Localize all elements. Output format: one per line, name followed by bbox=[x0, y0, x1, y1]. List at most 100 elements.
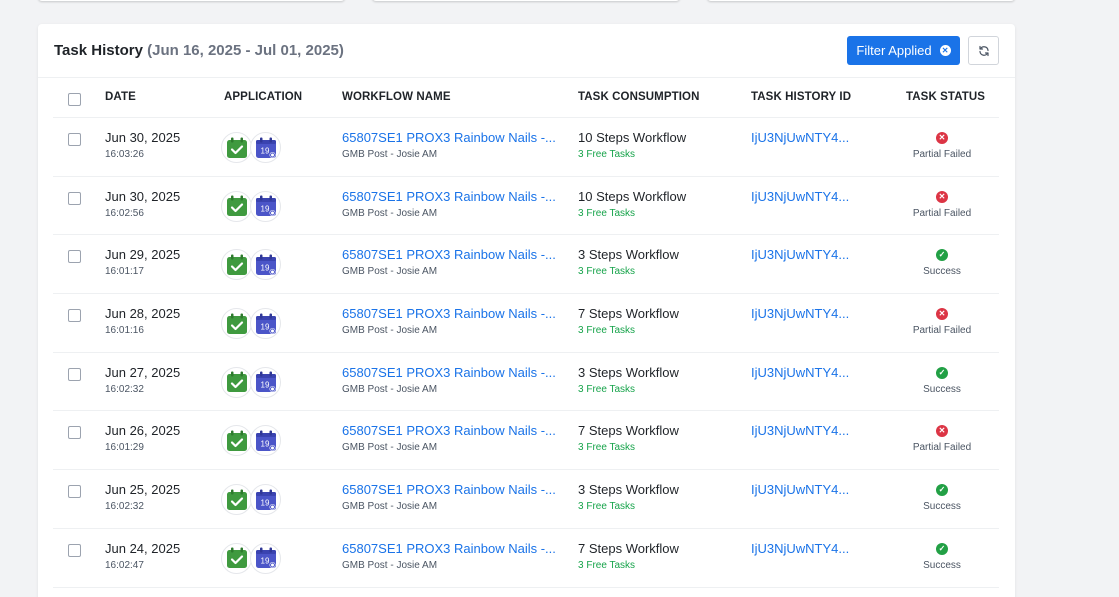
col-task-status[interactable]: TASK STATUS bbox=[906, 91, 985, 103]
calendar-day-icon: 19 bbox=[250, 249, 281, 281]
col-task-consumption[interactable]: TASK CONSUMPTION bbox=[578, 91, 700, 103]
task-history-id-link[interactable]: IjU3NjUwNTY4... bbox=[751, 541, 849, 556]
page-title: Task History (Jun 16, 2025 - Jul 01, 202… bbox=[54, 42, 344, 59]
workflow-subtitle: GMB Post - Josie AM bbox=[342, 207, 438, 219]
row-time: 16:02:32 bbox=[105, 383, 144, 395]
row-checkbox[interactable] bbox=[68, 426, 81, 440]
workflow-name-link[interactable]: 65807SE1 PROX3 Rainbow Nails -... bbox=[342, 306, 556, 321]
task-history-id-link[interactable]: IjU3NjUwNTY4... bbox=[751, 306, 849, 321]
task-history-id-link[interactable]: IjU3NjUwNTY4... bbox=[751, 423, 849, 438]
row-date: Jun 30, 2025 bbox=[105, 188, 181, 204]
task-consumption: 10 Steps Workflow bbox=[578, 130, 687, 145]
workflow-name-link[interactable]: 65807SE1 PROX3 Rainbow Nails -... bbox=[342, 482, 556, 497]
calendar-check-icon bbox=[221, 484, 252, 516]
status-text: Partial Failed bbox=[912, 325, 972, 337]
table-row[interactable]: Jun 24, 2025 16:02:47 19 65807SE1 PROX3 … bbox=[53, 529, 999, 588]
svg-text:19: 19 bbox=[260, 498, 269, 507]
free-tasks-label: 3 Free Tasks bbox=[578, 149, 636, 160]
row-checkbox[interactable] bbox=[68, 191, 81, 205]
workflow-name-link[interactable]: 65807SE1 PROX3 Rainbow Nails -... bbox=[342, 247, 556, 262]
svg-text:19: 19 bbox=[260, 439, 269, 448]
free-tasks-label: 3 Free Tasks bbox=[578, 501, 636, 513]
table-row[interactable]: Jun 28, 2025 16:01:16 19 65807SE1 PROX3 … bbox=[53, 294, 999, 353]
workflow-name-link[interactable]: 65807SE1 PROX3 Rainbow Nails -... bbox=[342, 189, 556, 204]
table-row[interactable]: Jun 25, 2025 16:02:32 19 65807SE1 PROX3 … bbox=[53, 470, 999, 529]
free-tasks-label: 3 Free Tasks bbox=[578, 266, 636, 278]
task-history-id-link[interactable]: IjU3NjUwNTY4... bbox=[751, 482, 849, 497]
task-history-id-link[interactable]: IjU3NjUwNTY4... bbox=[751, 130, 849, 145]
row-checkbox[interactable] bbox=[68, 485, 81, 499]
top-card-2 bbox=[372, 0, 680, 1]
row-time: 16:01:29 bbox=[105, 442, 144, 454]
free-tasks-label: 3 Free Tasks bbox=[578, 207, 636, 219]
row-checkbox[interactable] bbox=[68, 250, 81, 264]
calendar-day-icon: 19 bbox=[250, 308, 281, 340]
success-check-icon: ✓ bbox=[936, 366, 948, 379]
calendar-day-icon: 19 bbox=[250, 366, 281, 398]
col-date[interactable]: DATE bbox=[105, 91, 136, 103]
task-history-id-link[interactable]: IjU3NjUwNTY4... bbox=[751, 247, 849, 262]
table-row[interactable]: Jun 30, 2025 16:02:56 19 65807SE1 PROX3 … bbox=[53, 177, 999, 236]
select-all-checkbox[interactable] bbox=[68, 93, 81, 106]
calendar-check-icon bbox=[221, 132, 252, 163]
col-application[interactable]: APPLICATION bbox=[224, 91, 302, 103]
success-check-icon: ✓ bbox=[936, 542, 948, 555]
workflow-subtitle: GMB Post - Josie AM bbox=[342, 325, 438, 337]
row-checkbox[interactable] bbox=[68, 367, 81, 381]
calendar-day-icon: 19 bbox=[250, 190, 281, 222]
workflow-name-link[interactable]: 65807SE1 PROX3 Rainbow Nails -... bbox=[342, 130, 556, 145]
row-time: 16:02:56 bbox=[105, 207, 144, 219]
date-range: (Jun 16, 2025 - Jul 01, 2025) bbox=[147, 42, 344, 59]
svg-text:19: 19 bbox=[260, 322, 269, 331]
col-task-history-id[interactable]: TASK HISTORY ID bbox=[751, 91, 851, 103]
status-text: Success bbox=[923, 383, 961, 395]
task-consumption: 3 Steps Workflow bbox=[578, 482, 679, 498]
table-row[interactable]: Jun 27, 2025 16:02:32 19 65807SE1 PROX3 … bbox=[53, 353, 999, 412]
status-text: Success bbox=[923, 559, 961, 571]
workflow-subtitle: GMB Post - Josie AM bbox=[342, 442, 438, 454]
calendar-day-icon: 19 bbox=[250, 425, 281, 457]
svg-text:19: 19 bbox=[260, 205, 269, 214]
table-body: Jun 30, 2025 16:03:26 19 65807SE1 PROX3 … bbox=[53, 118, 999, 588]
success-check-icon: ✓ bbox=[936, 249, 948, 262]
calendar-day-icon: 19 bbox=[250, 542, 281, 574]
task-history-id-link[interactable]: IjU3NjUwNTY4... bbox=[751, 365, 849, 380]
task-consumption: 3 Steps Workflow bbox=[578, 247, 679, 263]
table-row[interactable]: Jun 30, 2025 16:03:26 19 65807SE1 PROX3 … bbox=[53, 118, 999, 177]
row-checkbox[interactable] bbox=[68, 309, 81, 323]
task-consumption: 10 Steps Workflow bbox=[578, 188, 687, 204]
calendar-check-icon bbox=[221, 308, 252, 340]
table-row[interactable]: Jun 29, 2025 16:01:17 19 65807SE1 PROX3 … bbox=[53, 235, 999, 295]
workflow-name-link[interactable]: 65807SE1 PROX3 Rainbow Nails -... bbox=[342, 541, 556, 556]
task-history-id-link[interactable]: IjU3NjUwNTY4... bbox=[751, 189, 849, 204]
status-text: Success bbox=[923, 266, 961, 278]
calendar-check-icon bbox=[221, 425, 252, 457]
task-history-panel: Task History (Jun 16, 2025 - Jul 01, 202… bbox=[38, 24, 1015, 597]
row-checkbox[interactable] bbox=[68, 133, 81, 146]
calendar-check-icon bbox=[221, 542, 252, 574]
workflow-subtitle: GMB Post - Josie AM bbox=[342, 266, 438, 278]
task-consumption: 7 Steps Workflow bbox=[578, 540, 679, 556]
workflow-name-link[interactable]: 65807SE1 PROX3 Rainbow Nails -... bbox=[342, 423, 556, 438]
svg-text:19: 19 bbox=[260, 263, 269, 272]
top-card-3 bbox=[707, 0, 1015, 1]
row-checkbox[interactable] bbox=[68, 543, 81, 557]
refresh-button[interactable] bbox=[968, 36, 999, 65]
row-time: 16:01:16 bbox=[105, 325, 144, 337]
workflow-subtitle: GMB Post - Josie AM bbox=[342, 383, 438, 395]
svg-text:19: 19 bbox=[260, 557, 269, 566]
filter-label: Filter Applied bbox=[856, 43, 932, 58]
table-row[interactable]: Jun 26, 2025 16:01:29 19 65807SE1 PROX3 … bbox=[53, 411, 999, 471]
workflow-name-link[interactable]: 65807SE1 PROX3 Rainbow Nails -... bbox=[342, 365, 556, 380]
task-consumption: 3 Steps Workflow bbox=[578, 364, 679, 380]
close-circle-icon[interactable]: ✕ bbox=[939, 45, 951, 56]
row-date: Jun 30, 2025 bbox=[105, 130, 181, 145]
fail-x-icon: ✕ bbox=[936, 425, 948, 438]
col-workflow-name[interactable]: WORKFLOW NAME bbox=[342, 91, 451, 103]
svg-text:19: 19 bbox=[260, 146, 269, 155]
filter-applied-button[interactable]: Filter Applied ✕ bbox=[847, 36, 960, 65]
workflow-subtitle: GMB Post - Josie AM bbox=[342, 559, 438, 571]
row-date: Jun 27, 2025 bbox=[105, 364, 181, 380]
table-header: DATE APPLICATION WORKFLOW NAME TASK CONS… bbox=[53, 78, 999, 118]
free-tasks-label: 3 Free Tasks bbox=[578, 442, 636, 454]
